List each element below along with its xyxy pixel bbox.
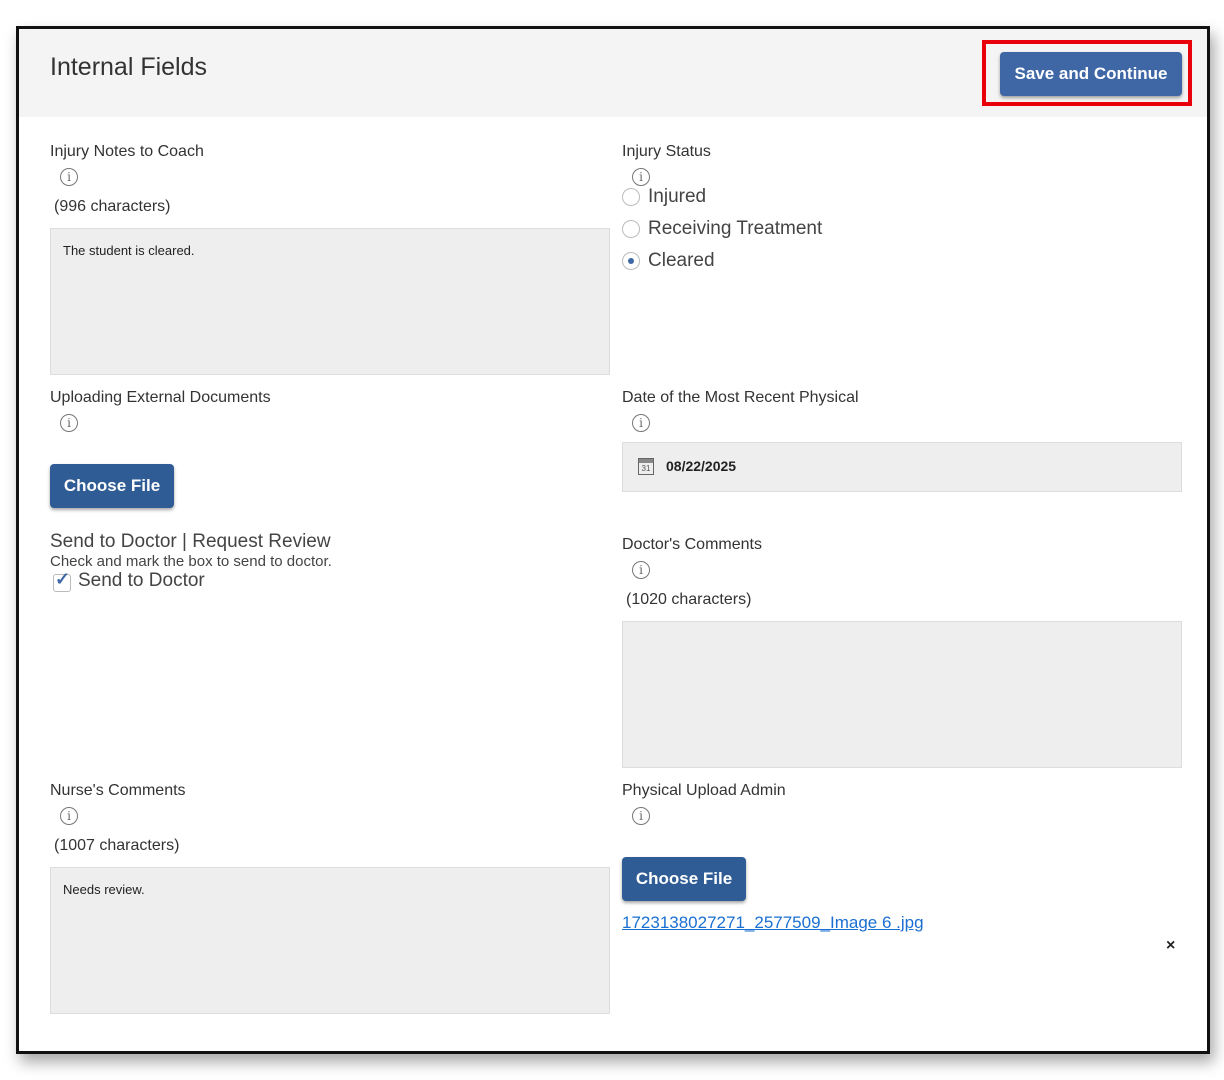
choose-file-button[interactable]: Choose File bbox=[50, 464, 174, 508]
doctor-comments-char-count: (1020 characters) bbox=[626, 591, 752, 608]
close-icon[interactable]: × bbox=[1166, 937, 1175, 955]
choose-file-button[interactable]: Choose File bbox=[622, 857, 746, 901]
checkmark-icon: ✓ bbox=[55, 569, 71, 589]
radio-label: Cleared bbox=[648, 250, 715, 271]
physical-date-value: 08/22/2025 bbox=[666, 458, 737, 474]
doctor-comments-textarea[interactable] bbox=[622, 621, 1182, 768]
injury-notes-char-count: (996 characters) bbox=[54, 198, 171, 215]
send-to-doctor-checkbox[interactable]: ✓ bbox=[53, 569, 71, 592]
send-to-doctor-title: Send to Doctor | Request Review bbox=[50, 531, 331, 552]
radio-button[interactable] bbox=[622, 188, 640, 206]
radio-label: Receiving Treatment bbox=[648, 218, 823, 239]
injury-notes-label: Injury Notes to Coach bbox=[50, 143, 204, 160]
injury-notes-textarea[interactable]: The student is cleared. bbox=[50, 228, 610, 375]
physical-date-label: Date of the Most Recent Physical bbox=[622, 389, 859, 406]
info-icon[interactable]: i bbox=[60, 168, 78, 186]
panel-header: Internal Fields Save and Continue bbox=[19, 29, 1207, 117]
send-to-doctor-label[interactable]: Send to Doctor bbox=[78, 570, 205, 592]
send-to-doctor-hint: Check and mark the box to send to doctor… bbox=[50, 553, 332, 570]
radio-button-selected[interactable] bbox=[622, 252, 640, 270]
info-icon[interactable]: i bbox=[632, 561, 650, 579]
info-icon[interactable]: i bbox=[632, 414, 650, 432]
radio-button[interactable] bbox=[622, 220, 640, 238]
calendar-icon[interactable]: 31 bbox=[638, 458, 654, 475]
info-icon[interactable]: i bbox=[60, 414, 78, 432]
injury-status-label: Injury Status bbox=[622, 143, 711, 160]
nurse-comments-textarea[interactable]: Needs review. bbox=[50, 867, 610, 1014]
internal-fields-panel: Internal Fields Save and Continue Injury… bbox=[16, 26, 1210, 1054]
physical-upload-label: Physical Upload Admin bbox=[622, 782, 786, 799]
nurse-comments-char-count: (1007 characters) bbox=[54, 837, 180, 854]
nurse-comments-label: Nurse's Comments bbox=[50, 782, 186, 799]
radio-label: Injured bbox=[648, 186, 707, 207]
doctor-comments-label: Doctor's Comments bbox=[622, 536, 762, 553]
info-icon[interactable]: i bbox=[632, 807, 650, 825]
info-icon[interactable]: i bbox=[632, 168, 650, 186]
page-title: Internal Fields bbox=[50, 53, 208, 81]
info-icon[interactable]: i bbox=[60, 807, 78, 825]
physical-date-field[interactable]: 31 08/22/2025 bbox=[622, 442, 1182, 492]
uploading-documents-label: Uploading External Documents bbox=[50, 389, 271, 406]
save-and-continue-button[interactable]: Save and Continue bbox=[1000, 52, 1182, 96]
uploaded-file-link[interactable]: 1723138027271_2577509_Image 6 .jpg bbox=[622, 913, 924, 933]
